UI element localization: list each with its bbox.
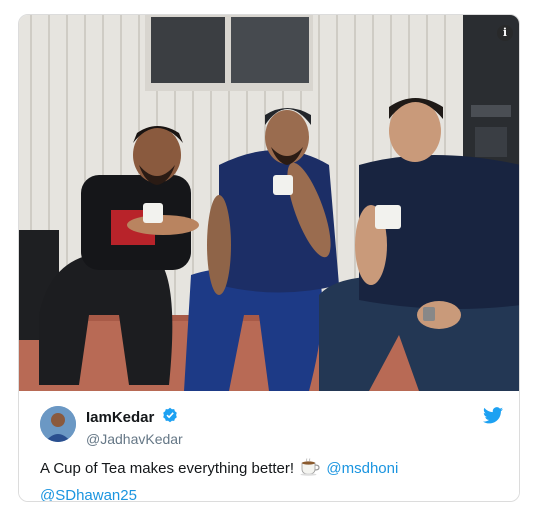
tweet-footer: IamKedar @JadhavKedar A Cup of Tea makes…	[19, 391, 519, 501]
user-info: IamKedar @JadhavKedar	[86, 407, 183, 447]
tea-cup-icon	[300, 458, 320, 484]
tweet-text: A Cup of Tea makes everything better! @m…	[40, 457, 500, 501]
user-handle[interactable]: @JadhavKedar	[86, 431, 183, 447]
display-name[interactable]: IamKedar	[86, 409, 154, 426]
tweet-body: A Cup of Tea makes everything better!	[40, 460, 295, 477]
twitter-bird-icon[interactable]	[483, 407, 503, 429]
tweet-card[interactable]: i IamKedar @JadhavKedar A Cup of Tea mak…	[18, 14, 520, 502]
info-icon[interactable]: i	[497, 25, 513, 41]
mention-msdhoni[interactable]: @msdhoni	[326, 460, 398, 477]
mention-sdhawan25[interactable]: @SDhawan25	[40, 487, 137, 501]
photo-illustration	[19, 15, 519, 391]
verified-badge-icon	[162, 407, 178, 428]
tweet-photo[interactable]: i	[19, 15, 519, 391]
avatar[interactable]	[40, 406, 76, 442]
